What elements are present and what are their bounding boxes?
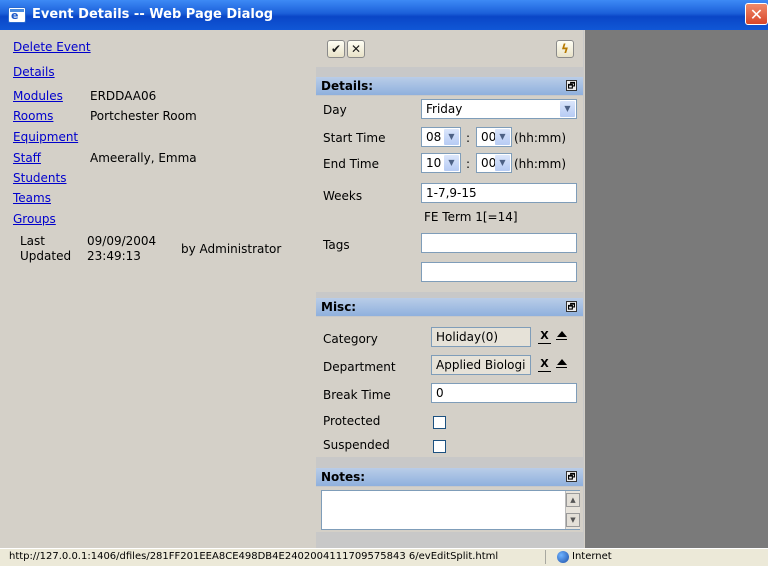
start-minute-select[interactable]: 00 ▼ — [476, 127, 512, 147]
arrow-up-baseline — [556, 367, 567, 368]
notes-scrollbar[interactable]: ▲ ▼ — [565, 491, 580, 529]
last-updated-by: by Administrator — [181, 242, 282, 256]
suspended-label: Suspended — [323, 438, 390, 452]
arrow-up-icon[interactable] — [557, 359, 567, 365]
staff-link[interactable]: Staff — [13, 151, 41, 165]
ie-app-icon — [8, 7, 26, 23]
start-time-label: Start Time — [323, 131, 386, 145]
groups-link[interactable]: Groups — [13, 212, 56, 226]
restore-window-icon[interactable]: 🗗 — [566, 80, 577, 91]
modules-link[interactable]: Modules — [13, 89, 63, 103]
weeks-input[interactable]: 1-7,9-15 — [421, 183, 577, 203]
break-time-input[interactable]: 0 — [431, 383, 577, 403]
form-toolbar: ✔ ✕ ϟ — [316, 30, 583, 67]
modules-value: ERDDAA06 — [90, 89, 157, 103]
details-section-header[interactable]: Details: 🗗 — [316, 77, 583, 95]
misc-header-label: Misc: — [321, 300, 357, 314]
last-updated-label-1: Last — [20, 234, 45, 248]
misc-section-header[interactable]: Misc: 🗗 — [316, 298, 583, 316]
restore-window-icon[interactable]: 🗗 — [566, 301, 577, 312]
arrow-up-icon[interactable] — [557, 331, 567, 337]
details-link[interactable]: Details — [13, 65, 55, 79]
clear-category-icon[interactable]: X — [538, 330, 551, 344]
chevron-down-icon[interactable]: ▼ — [444, 129, 459, 145]
close-button[interactable]: ✕ — [745, 3, 768, 25]
details-header-label: Details: — [321, 79, 374, 93]
chevron-down-icon[interactable]: ▼ — [495, 155, 510, 171]
staff-row: Staff Ameerally, Emma — [13, 151, 197, 165]
last-updated-time: 23:49:13 — [87, 249, 141, 263]
end-minute-select[interactable]: 00 ▼ — [476, 153, 512, 173]
start-hour-select[interactable]: 08 ▼ — [421, 127, 461, 147]
tags-input-1[interactable] — [421, 233, 577, 253]
equipment-link[interactable]: Equipment — [13, 130, 78, 144]
staff-value: Ameerally, Emma — [90, 151, 197, 165]
chevron-down-icon[interactable]: ▼ — [560, 101, 575, 117]
delete-event-link[interactable]: Delete Event — [13, 40, 91, 54]
notes-section-header[interactable]: Notes: 🗗 — [316, 468, 583, 486]
term-text: FE Term 1[=14] — [424, 210, 518, 224]
suspended-checkbox[interactable] — [433, 440, 446, 453]
notes-textarea[interactable] — [321, 490, 580, 530]
rooms-row: Rooms Portchester Room — [13, 109, 197, 123]
scroll-down-icon[interactable]: ▼ — [566, 513, 580, 527]
start-hour-value: 08 — [426, 130, 442, 144]
status-separator — [545, 550, 546, 564]
status-url: http://127.0.0.1:1406/dfiles/281FF201EEA… — [9, 551, 499, 562]
tags-label: Tags — [323, 238, 350, 252]
modules-row: Modules ERDDAA06 — [13, 89, 156, 103]
clear-department-icon[interactable]: X — [538, 358, 551, 372]
rooms-link[interactable]: Rooms — [13, 109, 53, 123]
misc-panel: Category Holiday(0) X Department Applied… — [316, 317, 583, 457]
teams-link[interactable]: Teams — [13, 191, 51, 205]
security-zone: Internet — [572, 551, 612, 562]
day-label: Day — [323, 103, 347, 117]
end-hour-select[interactable]: 10 ▼ — [421, 153, 461, 173]
event-form-pane: ✔ ✕ ϟ Details: 🗗 Day Friday ▼ Start Time… — [316, 30, 584, 550]
end-time-label: End Time — [323, 157, 379, 171]
protected-checkbox[interactable] — [433, 416, 446, 429]
title-bar: Event Details -- Web Page Dialog ✕ — [0, 0, 768, 30]
end-hhmm-hint: (hh:mm) — [514, 157, 566, 171]
restore-window-icon[interactable]: 🗗 — [566, 471, 577, 482]
lightning-icon[interactable]: ϟ — [556, 40, 574, 58]
notes-header-label: Notes: — [321, 470, 366, 484]
last-updated-datetime: 09/09/2004 23:49:13 — [87, 234, 156, 264]
day-select-value: Friday — [426, 102, 463, 116]
end-hour-value: 10 — [426, 156, 442, 170]
end-minute-value: 00 — [481, 156, 497, 170]
notes-panel: ▲ ▼ — [316, 487, 583, 532]
start-hhmm-hint: (hh:mm) — [514, 131, 566, 145]
details-panel: Day Friday ▼ Start Time 08 ▼ : 00 ▼ (hh:… — [316, 96, 583, 292]
rooms-value: Portchester Room — [90, 109, 197, 123]
arrow-up-baseline — [556, 339, 567, 340]
scroll-up-icon[interactable]: ▲ — [566, 493, 580, 507]
cancel-x-icon[interactable]: ✕ — [347, 40, 365, 58]
event-links-pane: Delete Event Details Modules ERDDAA06 Ro… — [10, 30, 308, 550]
last-updated-label-2: Updated — [20, 249, 72, 263]
internet-globe-icon — [557, 551, 569, 563]
category-label: Category — [323, 332, 378, 346]
tags-input-2[interactable] — [421, 262, 577, 282]
chevron-down-icon[interactable]: ▼ — [495, 129, 510, 145]
window-title: Event Details -- Web Page Dialog — [32, 7, 274, 22]
end-colon: : — [466, 157, 471, 171]
start-colon: : — [466, 131, 471, 145]
department-label: Department — [323, 360, 396, 374]
start-minute-value: 00 — [481, 130, 497, 144]
last-updated-date: 09/09/2004 — [87, 234, 157, 248]
last-updated-block: Last Updated — [20, 234, 71, 264]
department-field[interactable]: Applied Biologi — [431, 355, 531, 375]
ok-checkmark-icon[interactable]: ✔ — [327, 40, 345, 58]
status-bar: http://127.0.0.1:1406/dfiles/281FF201EEA… — [0, 548, 768, 566]
students-link[interactable]: Students — [13, 171, 67, 185]
protected-label: Protected — [323, 414, 381, 428]
weeks-label: Weeks — [323, 189, 363, 203]
break-time-label: Break Time — [323, 388, 391, 402]
day-select[interactable]: Friday ▼ — [421, 99, 577, 119]
category-field[interactable]: Holiday(0) — [431, 327, 531, 347]
empty-right-area — [585, 30, 768, 550]
chevron-down-icon[interactable]: ▼ — [444, 155, 459, 171]
